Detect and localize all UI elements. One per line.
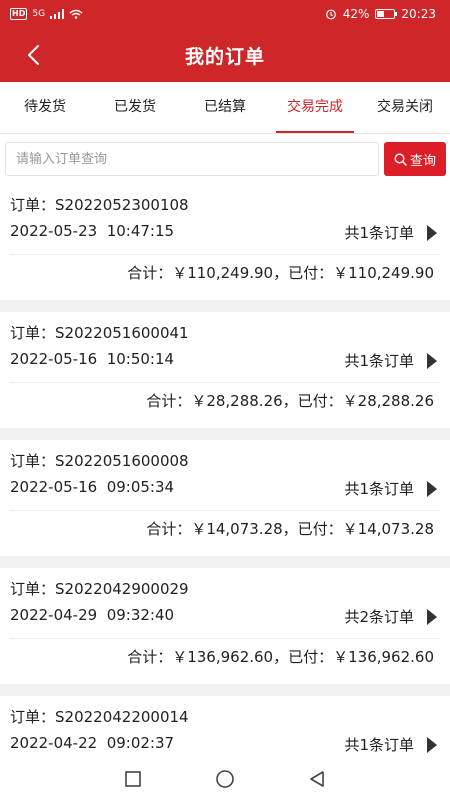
order-card[interactable]: 订单：S2022051600008 2022-05-16 09:05:34 共1… — [0, 440, 450, 556]
divider — [10, 254, 440, 255]
order-number: 订单：S2022051600041 — [10, 324, 189, 342]
play-arrow-icon[interactable] — [426, 608, 438, 626]
tab-settled[interactable]: 已结算 — [180, 82, 270, 133]
clock: 20:23 — [401, 7, 436, 21]
system-nav-bar — [0, 758, 450, 800]
header-bar: 我的订单 — [0, 28, 450, 82]
search-button[interactable]: 查询 — [384, 142, 446, 176]
order-number: 订单：S2022051600008 — [10, 452, 189, 470]
status-bar: HD 5G 42% 20:23 — [0, 0, 450, 28]
order-tabs: 待发货 已发货 已结算 交易完成 交易关闭 — [0, 82, 450, 134]
order-datetime: 2022-05-23 10:47:15 — [10, 222, 175, 240]
order-datetime: 2022-04-22 09:02:37 — [10, 734, 175, 752]
divider — [10, 382, 440, 383]
battery-fill — [377, 11, 385, 17]
order-card[interactable]: 订单：S2022051600041 2022-05-16 10:50:14 共1… — [0, 312, 450, 428]
alarm-icon — [325, 9, 336, 20]
search-icon — [394, 152, 407, 166]
order-datetime: 2022-05-16 09:05:34 — [10, 478, 175, 496]
order-count: 共2条订单 — [344, 608, 414, 626]
order-number: 订单：S2022042200014 — [10, 708, 189, 726]
play-arrow-icon[interactable] — [426, 352, 438, 370]
order-datetime: 2022-04-29 09:32:40 — [10, 606, 175, 624]
tab-completed[interactable]: 交易完成 — [270, 82, 360, 133]
chevron-left-icon — [28, 45, 39, 65]
tab-closed[interactable]: 交易关闭 — [360, 82, 450, 133]
tab-pending-shipment[interactable]: 待发货 — [0, 82, 90, 133]
hd-badge: HD — [10, 8, 28, 20]
order-totals: 合计：￥110,249.90，已付：￥110,249.90 — [127, 264, 434, 282]
back-button[interactable] — [18, 40, 48, 70]
battery-percent: 42% — [342, 7, 370, 21]
order-totals: 合计：￥14,073.28，已付：￥14,073.28 — [146, 520, 434, 538]
order-datetime: 2022-05-16 10:50:14 — [10, 350, 175, 368]
order-count: 共1条订单 — [344, 224, 414, 242]
circle-icon — [216, 770, 234, 788]
order-count: 共1条订单 — [344, 480, 414, 498]
order-card[interactable]: 订单：S2022052300108 2022-05-23 10:47:15 共1… — [0, 184, 450, 300]
home-button[interactable] — [215, 769, 235, 789]
order-number: 订单：S2022042900029 — [10, 580, 189, 598]
signal-icon — [50, 9, 65, 19]
divider — [10, 638, 440, 639]
order-list: 订单：S2022052300108 2022-05-23 10:47:15 共1… — [0, 184, 450, 800]
search-input[interactable] — [5, 142, 379, 176]
recents-button[interactable] — [123, 769, 143, 789]
square-icon — [125, 771, 141, 787]
order-card[interactable]: 订单：S2022042900029 2022-04-29 09:32:40 共2… — [0, 568, 450, 684]
divider — [10, 510, 440, 511]
order-number: 订单：S2022052300108 — [10, 196, 189, 214]
status-right: 42% 20:23 — [325, 7, 436, 21]
tab-shipped[interactable]: 已发货 — [90, 82, 180, 133]
status-left: HD 5G — [10, 8, 83, 20]
play-arrow-icon[interactable] — [426, 224, 438, 242]
play-arrow-icon[interactable] — [426, 480, 438, 498]
signal-label: 5G — [32, 9, 46, 19]
order-totals: 合计：￥136,962.60，已付：￥136,962.60 — [127, 648, 434, 666]
page-title: 我的订单 — [184, 45, 265, 68]
triangle-back-icon — [310, 771, 324, 787]
order-count: 共1条订单 — [344, 736, 414, 754]
battery-icon — [375, 9, 398, 19]
search-button-label: 查询 — [409, 153, 436, 169]
order-count: 共1条订单 — [344, 352, 414, 370]
order-totals: 合计：￥28,288.26，已付：￥28,288.26 — [146, 392, 434, 410]
system-back-button[interactable] — [307, 769, 327, 789]
wifi-icon — [69, 9, 83, 19]
play-arrow-icon[interactable] — [426, 736, 438, 754]
search-bar: 查询 — [0, 134, 450, 184]
